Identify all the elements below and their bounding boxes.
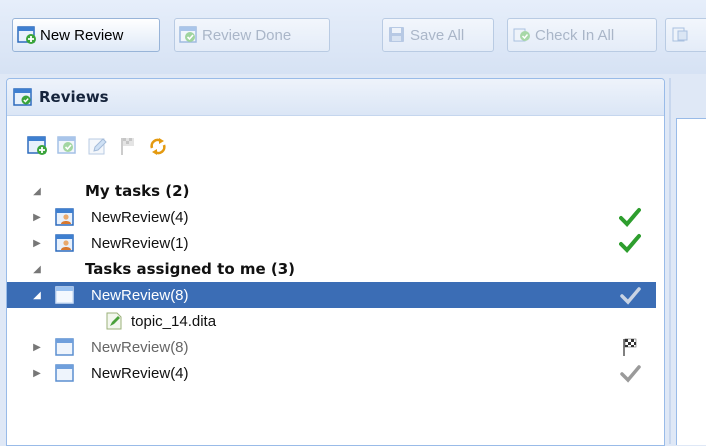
- new-review-icon: [17, 26, 36, 44]
- expand-toggle[interactable]: ◢: [31, 186, 43, 197]
- new-review-button[interactable]: New Review: [12, 18, 160, 52]
- tree-item-label: NewReview(4): [91, 208, 189, 226]
- review-user-icon: [55, 208, 74, 226]
- review-done-icon: [179, 26, 197, 43]
- review-icon: [55, 338, 74, 356]
- review-done-icon: [57, 136, 76, 154]
- green-check-icon: [619, 208, 641, 227]
- document-icon: [672, 27, 688, 42]
- new-review-icon: [27, 136, 47, 155]
- tree-group-my-tasks[interactable]: ◢ My tasks (2): [7, 178, 664, 204]
- reviews-panel-header: Reviews: [7, 79, 664, 116]
- tree-item-label: NewReview(1): [91, 234, 189, 252]
- expand-toggle[interactable]: ▶: [31, 342, 43, 353]
- group-label: My tasks (2): [85, 182, 190, 200]
- group-label: Tasks assigned to me (3): [85, 260, 296, 278]
- expand-toggle[interactable]: ◢: [31, 290, 43, 301]
- review-icon: [55, 286, 74, 304]
- save-all-button[interactable]: Save All: [382, 18, 494, 52]
- overflow-button[interactable]: [665, 18, 706, 52]
- new-review-label: New Review: [40, 26, 124, 44]
- tree-item[interactable]: ▶ NewReview(4): [7, 360, 664, 386]
- save-all-icon: [389, 27, 404, 42]
- tree-item-label: NewReview(8): [91, 338, 189, 356]
- save-all-label: Save All: [410, 26, 465, 44]
- edit-icon: [88, 138, 107, 155]
- tree-item[interactable]: ▶ NewReview(4): [7, 204, 664, 230]
- refresh-icon: [150, 138, 166, 155]
- review-done-label: Review Done: [202, 26, 292, 44]
- tree-item-selected[interactable]: ◢ NewReview(8): [7, 282, 656, 308]
- editor-pane: [676, 118, 706, 445]
- reviews-icon: [13, 88, 32, 106]
- review-icon: [55, 364, 74, 382]
- check-in-all-label: Check In All: [535, 26, 615, 44]
- expand-toggle[interactable]: ▶: [31, 368, 43, 379]
- review-user-icon: [55, 234, 74, 252]
- expand-toggle[interactable]: ▶: [31, 238, 43, 249]
- tree-item-label: topic_14.dita: [131, 312, 217, 330]
- edit-tool[interactable]: [87, 135, 109, 157]
- grey-check-icon: [620, 365, 641, 383]
- flag-icon: [121, 138, 134, 155]
- review-done-button[interactable]: Review Done: [174, 18, 330, 52]
- panel-toolbar: [27, 135, 169, 157]
- tree-item[interactable]: ▶ NewReview(8): [7, 334, 664, 360]
- check-in-all-icon: [513, 28, 530, 42]
- tree-item-label: NewReview(4): [91, 364, 189, 382]
- new-review-tool[interactable]: [27, 135, 49, 157]
- expand-toggle[interactable]: ◢: [31, 264, 43, 275]
- checkered-flag-icon: [623, 338, 637, 356]
- tree-item[interactable]: ▶ NewReview(1): [7, 230, 664, 256]
- green-check-icon: [619, 234, 641, 253]
- tree-item-label: NewReview(8): [91, 286, 189, 304]
- refresh-tool[interactable]: [147, 135, 169, 157]
- dita-file-icon: [106, 312, 122, 330]
- check-in-all-button[interactable]: Check In All: [507, 18, 657, 52]
- flag-tool[interactable]: [117, 135, 139, 157]
- tree-item-child[interactable]: topic_14.dita: [7, 308, 664, 334]
- grey-check-icon: [620, 287, 641, 305]
- tree-group-assigned[interactable]: ◢ Tasks assigned to me (3): [7, 256, 664, 282]
- splitter[interactable]: [669, 78, 671, 444]
- review-tree: ◢ My tasks (2) ▶ NewReview(4) ▶ NewRevie…: [7, 178, 664, 386]
- reviews-panel: Reviews ◢ My tasks (2) ▶ NewReview(4) ▶ …: [6, 78, 665, 446]
- expand-toggle[interactable]: ▶: [31, 212, 43, 223]
- panel-title: Reviews: [39, 88, 109, 106]
- top-toolbar: New Review Review Done Save All Check In…: [0, 0, 706, 74]
- review-done-tool[interactable]: [57, 135, 79, 157]
